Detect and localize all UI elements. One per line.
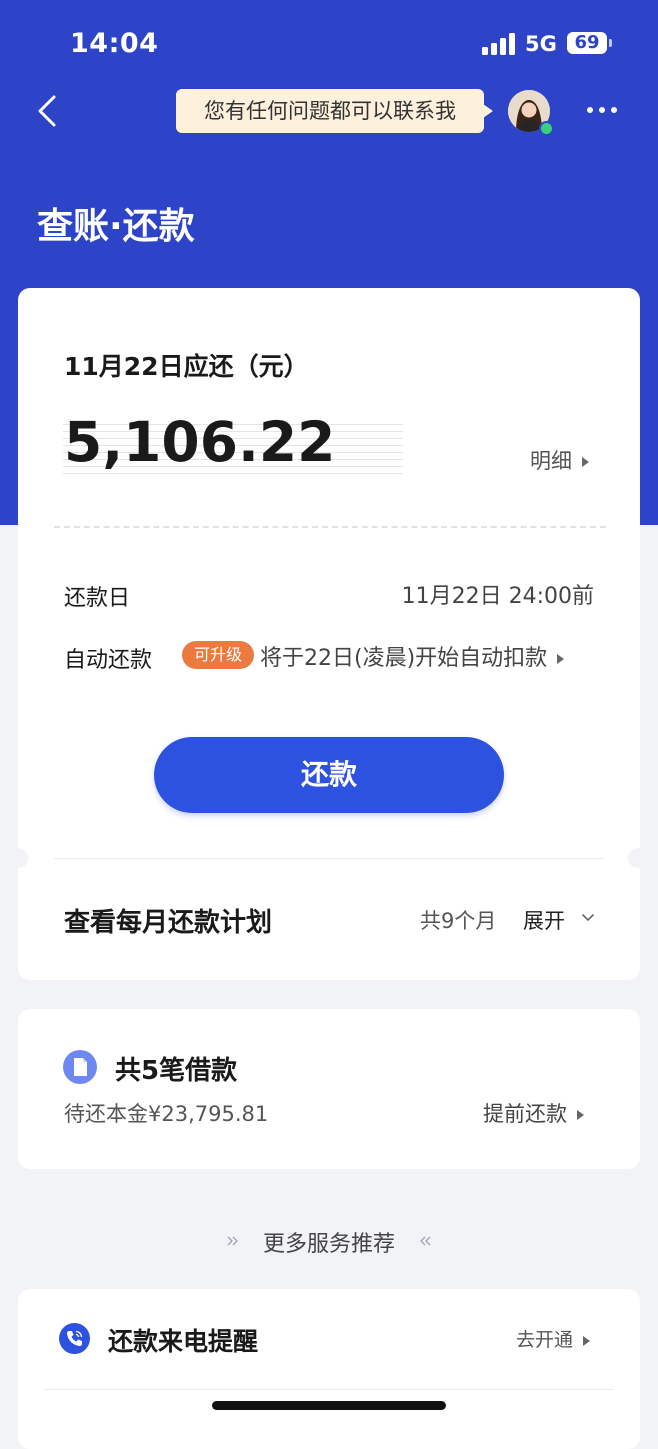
more-icon[interactable] xyxy=(586,100,618,120)
status-bar: 14:04 5G 69 xyxy=(0,0,658,88)
phone-icon xyxy=(59,1323,90,1354)
enable-reminder-link[interactable]: 去开通 xyxy=(516,1325,591,1352)
monthly-plan-title: 查看每月还款计划 xyxy=(64,908,273,938)
repay-day-value: 11月22日 24:00前 xyxy=(401,584,594,609)
detail-link[interactable]: 明细 xyxy=(530,445,589,475)
status-time: 14:04 xyxy=(70,28,159,59)
online-status-dot xyxy=(539,121,554,136)
due-amount-label: 11月22日应还（元） xyxy=(64,352,309,381)
enable-reminder-label: 去开通 xyxy=(516,1329,574,1351)
more-services-title: 更多服务推荐 xyxy=(262,1232,395,1257)
remaining-principal: 待还本金¥23,795.81 xyxy=(64,1102,269,1126)
battery-icon: 69 xyxy=(567,32,607,54)
contact-tip-bubble[interactable]: 您有任何问题都可以联系我 xyxy=(176,89,493,133)
plan-months: 共9个月 xyxy=(420,909,497,933)
detail-link-label: 明细 xyxy=(530,449,572,473)
document-icon xyxy=(63,1050,97,1084)
auto-repay-label: 自动还款 xyxy=(64,648,153,673)
repay-button[interactable]: 还款 xyxy=(154,737,504,813)
caret-right-icon xyxy=(557,654,565,664)
chevron-down-icon[interactable] xyxy=(582,912,594,924)
repay-day-label: 还款日 xyxy=(64,586,131,611)
reminder-card xyxy=(18,1289,640,1449)
network-type: 5G xyxy=(525,32,557,56)
services-divider-right xyxy=(420,1236,554,1246)
loans-card[interactable] xyxy=(18,1009,640,1169)
battery-tip xyxy=(609,39,612,47)
caret-right-icon xyxy=(582,457,589,467)
home-indicator[interactable] xyxy=(212,1401,446,1410)
loan-count-title: 共5笔借款 xyxy=(115,1056,238,1086)
auto-repay-value: 将于22日(凌晨)开始自动扣款 xyxy=(260,646,548,671)
card-notch-left xyxy=(8,848,28,868)
prepay-link[interactable]: 提前还款 xyxy=(483,1098,584,1128)
expand-plan-button[interactable]: 展开 xyxy=(523,905,565,935)
due-amount: 5,106.22 xyxy=(64,410,336,474)
card-notch-right xyxy=(628,848,648,868)
prepay-link-label: 提前还款 xyxy=(483,1102,567,1126)
page-title: 查账·还款 xyxy=(37,206,195,247)
upgrade-badge[interactable]: 可升级 xyxy=(182,641,254,669)
auto-repay-setting[interactable]: 将于22日(凌晨)开始自动扣款 xyxy=(260,640,565,672)
dashed-divider xyxy=(54,526,606,528)
bill-card xyxy=(18,288,640,980)
call-reminder-title: 还款来电提醒 xyxy=(108,1327,259,1356)
signal-icon xyxy=(482,33,516,55)
back-icon[interactable] xyxy=(34,95,66,127)
caret-right-icon xyxy=(577,1110,584,1120)
caret-right-icon xyxy=(583,1335,591,1346)
reminder-divider xyxy=(44,1389,614,1390)
card-divider xyxy=(54,858,604,859)
